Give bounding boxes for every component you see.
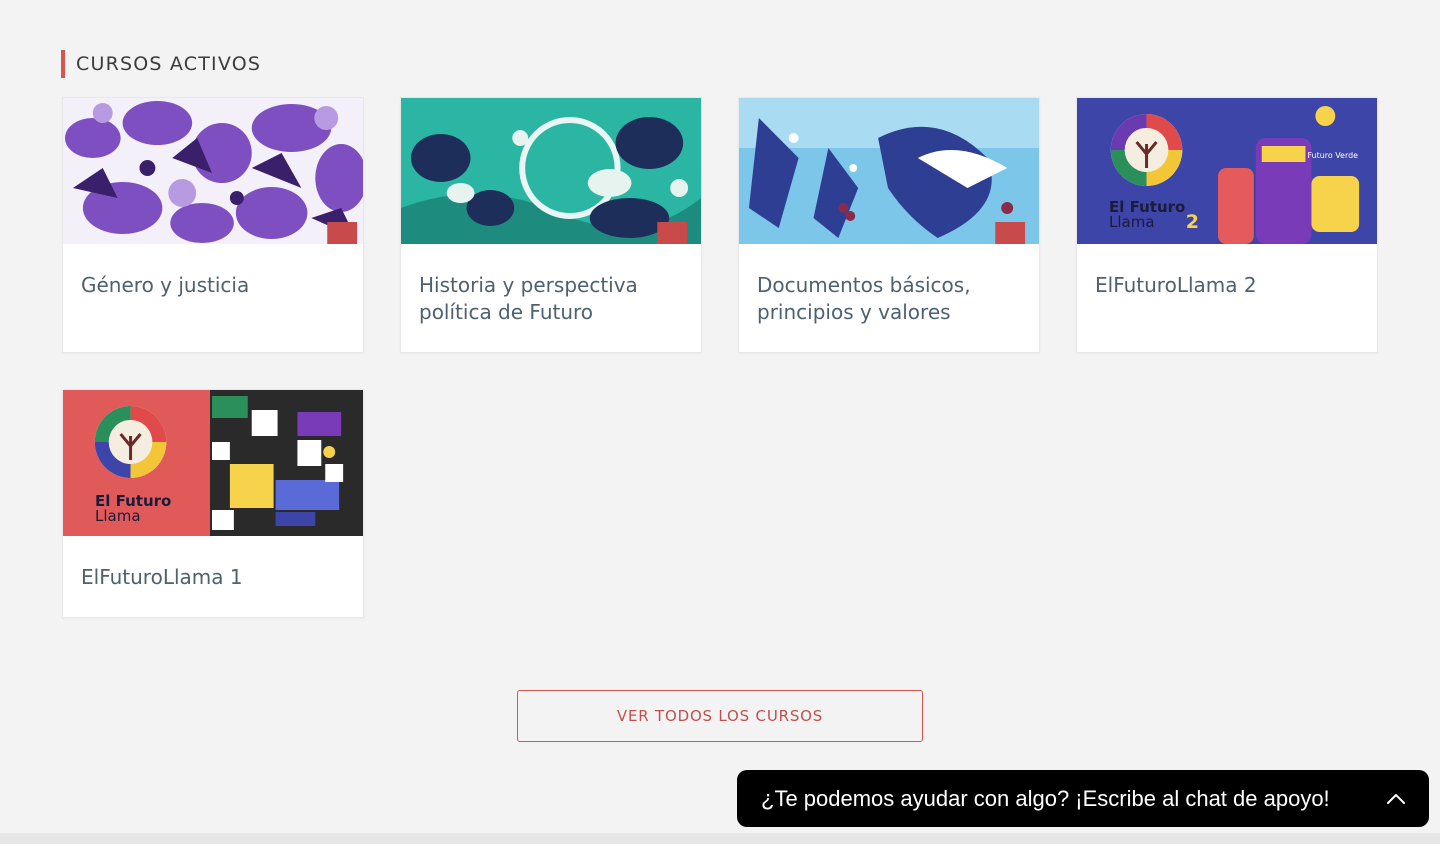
course-title[interactable]: Género y justicia [63, 244, 363, 299]
bottom-bar [0, 833, 1440, 844]
brand-number: 2 [1185, 211, 1199, 233]
courses-page: CURSOS ACTIVOS Género y justicia Histori… [0, 0, 1440, 844]
brand-line2-row: Llama 2 [1109, 211, 1199, 233]
brand-text: El Futuro Llama [95, 494, 205, 524]
course-image-genero[interactable] [63, 98, 363, 244]
course-card-genero[interactable]: Género y justicia [62, 97, 364, 353]
course-card-historia[interactable]: Historia y perspectiva política de Futur… [400, 97, 702, 353]
brand-line2: Llama [95, 507, 141, 525]
course-title[interactable]: ElFuturoLlama 2 [1077, 244, 1377, 299]
svg-text:Futuro Verde: Futuro Verde [1307, 151, 1358, 160]
support-chat-bar[interactable]: ¿Te podemos ayudar con algo? ¡Escribe al… [737, 770, 1429, 827]
purple-floral-illustration-icon [63, 98, 363, 244]
course-card-elfuturollama-1[interactable]: El Futuro Llama ElFuturoLlama 1 [62, 389, 364, 618]
view-all-courses-button[interactable]: VER TODOS LOS CURSOS [517, 690, 923, 742]
brand-line2: Llama [1109, 213, 1155, 231]
support-chat-text: ¿Te podemos ayudar con algo? ¡Escribe al… [761, 785, 1330, 811]
course-image-historia[interactable] [401, 98, 701, 244]
course-title[interactable]: ElFuturoLlama 1 [63, 536, 363, 591]
course-title[interactable]: Documentos básicos, principios y valores [739, 244, 1039, 326]
blue-birds-illustration-icon [739, 98, 1039, 244]
chevron-up-icon[interactable] [1385, 788, 1407, 810]
section-title-text: CURSOS ACTIVOS [76, 53, 262, 75]
course-image-elfuturollama-2[interactable]: Futuro Verde El Futuro Llama 2 [1077, 98, 1377, 244]
course-image-documentos[interactable] [739, 98, 1039, 244]
view-all-courses-label: VER TODOS LOS CURSOS [616, 707, 824, 725]
section-title: CURSOS ACTIVOS [61, 50, 261, 78]
course-card-documentos[interactable]: Documentos básicos, principios y valores [738, 97, 1040, 353]
course-image-elfuturollama-1[interactable]: El Futuro Llama [63, 390, 363, 536]
course-title[interactable]: Historia y perspectiva política de Futur… [401, 244, 701, 326]
teal-landscape-illustration-icon [401, 98, 701, 244]
course-card-elfuturollama-2[interactable]: Futuro Verde El Futuro Llama 2 ElFuturoL… [1076, 97, 1378, 353]
brand-text: El Futuro Llama 2 [1109, 200, 1219, 233]
